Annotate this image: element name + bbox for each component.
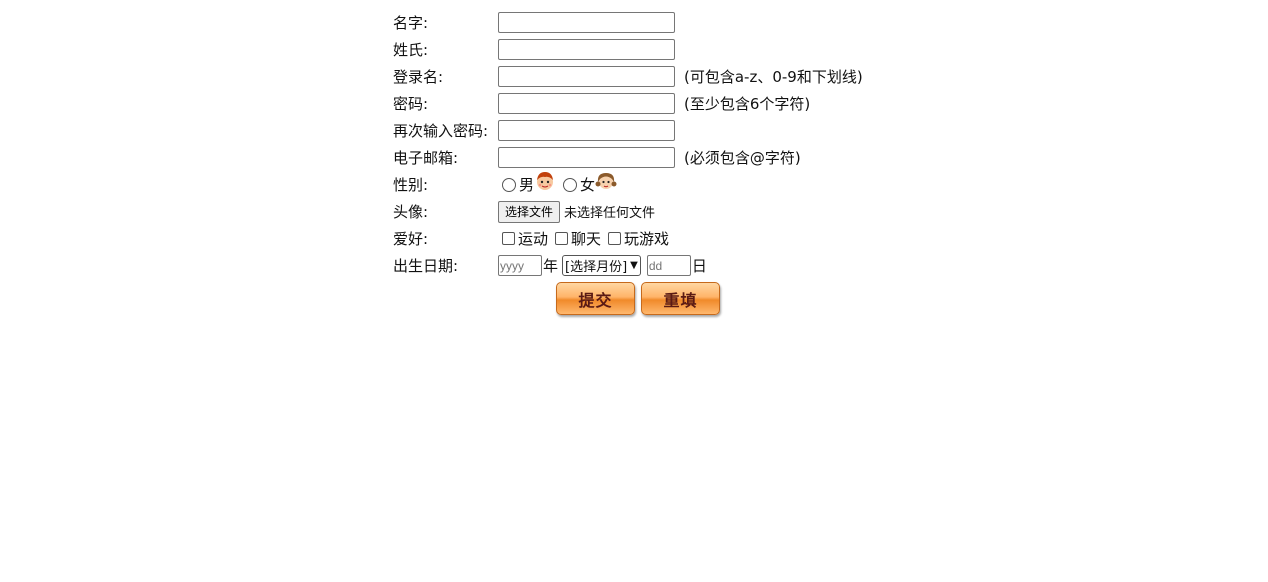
hobby-games-checkbox[interactable] [608,232,622,245]
login-hint: (可包含a-z、0-9和下划线) [684,68,863,86]
file-status-text: 未选择任何文件 [564,206,656,221]
hobbies-row: 爱好: 运动 聊天 玩游戏 [393,225,863,252]
email-hint: (必须包含@字符) [684,149,801,167]
last-name-row: 姓氏: [393,36,863,63]
day-unit-label: 日 [691,257,707,275]
email-input[interactable] [498,147,675,168]
hobbies-label: 爱好: [393,230,429,248]
login-input[interactable] [498,66,675,87]
reset-button[interactable]: 重填 [641,282,720,315]
hobby-chat-label[interactable]: 聊天 [571,228,601,249]
hobby-sports-label[interactable]: 运动 [518,228,548,249]
login-row: 登录名: (可包含a-z、0-9和下划线) [393,63,863,90]
hobby-games-label[interactable]: 玩游戏 [624,228,669,249]
chevron-down-icon: ▼ [630,260,638,271]
first-name-input[interactable] [498,12,675,33]
year-unit-label: 年 [543,257,559,275]
first-name-label: 名字: [393,14,429,32]
birthday-row: 出生日期: 年 [选择月份] ▼ 日 [393,252,863,279]
password-confirm-row: 再次输入密码: [393,117,863,144]
avatar-label: 头像: [393,203,429,221]
gender-label: 性别: [393,176,429,194]
email-label: 电子邮箱: [393,149,459,167]
gender-options: 男 女 [502,171,617,196]
password-row: 密码: (至少包含6个字符) [393,90,863,117]
boy-avatar-icon [537,171,554,190]
email-row: 电子邮箱: (必须包含@字符) [393,144,863,171]
birthday-label: 出生日期: [393,257,459,275]
girl-avatar-icon [595,172,617,189]
password-confirm-label: 再次输入密码: [393,122,489,140]
last-name-label: 姓氏: [393,41,429,59]
registration-form: 名字: 姓氏: 登录名: (可包含a-z、0-9和下划线) 密码: (至少包含6… [393,9,863,315]
gender-male-label[interactable]: 男 [519,174,534,195]
hobbies-options: 运动 聊天 玩游戏 [502,228,669,249]
gender-female-label[interactable]: 女 [580,174,595,195]
login-label: 登录名: [393,68,444,86]
gender-row: 性别: 男 女 [393,171,863,198]
birth-month-selected: [选择月份] [565,260,628,275]
password-confirm-input[interactable] [498,120,675,141]
password-hint: (至少包含6个字符) [684,95,811,113]
gender-male-radio[interactable] [502,177,516,192]
hobby-chat-checkbox[interactable] [555,232,569,245]
hobby-sports-checkbox[interactable] [502,232,515,245]
password-input[interactable] [498,93,675,114]
birth-month-select[interactable]: [选择月份] ▼ [562,255,641,276]
submit-button[interactable]: 提交 [556,282,635,315]
birth-day-input[interactable] [646,255,691,276]
last-name-input[interactable] [498,39,675,60]
choose-file-button[interactable]: 选择文件 [498,200,561,223]
gender-female-radio[interactable] [563,177,578,192]
first-name-row: 名字: [393,9,863,36]
password-label: 密码: [393,95,429,113]
form-actions: 提交 重填 [556,282,863,315]
avatar-row: 头像: 选择文件 未选择任何文件 [393,198,863,225]
birth-year-input[interactable] [498,255,542,276]
